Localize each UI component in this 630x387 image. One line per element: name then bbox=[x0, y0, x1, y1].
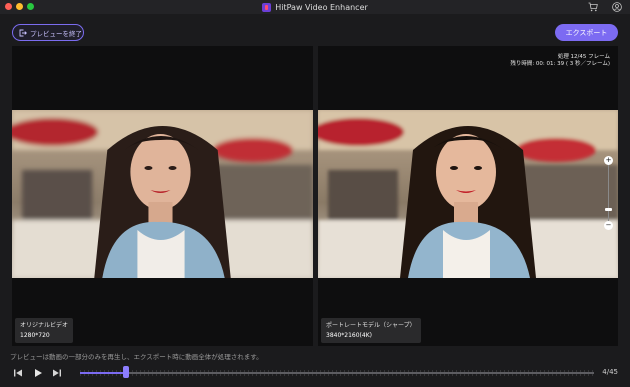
exit-preview-button[interactable]: プレビューを終了 bbox=[12, 24, 84, 41]
zoom-slider[interactable]: + − bbox=[603, 156, 615, 230]
exit-icon bbox=[19, 29, 27, 36]
timeline[interactable] bbox=[80, 372, 594, 374]
zoom-out-button[interactable]: − bbox=[604, 221, 613, 230]
exit-preview-label: プレビューを終了 bbox=[30, 29, 82, 38]
original-video-label: オリジナルビデオ 1280*720 bbox=[15, 318, 74, 343]
user-icon[interactable] bbox=[612, 2, 622, 12]
close-window-button[interactable] bbox=[5, 3, 12, 10]
timeline-progress bbox=[80, 372, 126, 374]
enhanced-video-image bbox=[318, 110, 618, 278]
minimize-window-button[interactable] bbox=[16, 3, 23, 10]
zoom-track[interactable] bbox=[608, 162, 609, 224]
original-video-panel: オリジナルビデオ 1280*720 bbox=[12, 46, 313, 346]
enhanced-video-panel: 処理 12/45 フレーム 残り時間: 00: 01: 39 ( 3 秒／フレー… bbox=[318, 46, 618, 346]
app-title: HitPaw Video Enhancer bbox=[262, 2, 368, 12]
app-logo-icon bbox=[262, 2, 272, 12]
enhanced-video-resolution: 3840*2160(4K) bbox=[326, 332, 372, 339]
enhanced-model-name: ポートレートモデル（シャープ） bbox=[326, 322, 416, 329]
original-video-name: オリジナルビデオ bbox=[20, 322, 69, 329]
zoom-in-button[interactable]: + bbox=[604, 156, 613, 165]
play-button[interactable] bbox=[32, 367, 44, 379]
previous-frame-button[interactable] bbox=[12, 367, 24, 379]
next-frame-icon bbox=[53, 369, 61, 377]
enhanced-video-frame bbox=[318, 110, 618, 278]
remaining-time: 残り時間: 00: 01: 39 ( 3 秒／フレーム) bbox=[510, 61, 610, 67]
cart-icon[interactable] bbox=[588, 2, 598, 12]
processing-info: 処理 12/45 フレーム 残り時間: 00: 01: 39 ( 3 秒／フレー… bbox=[510, 54, 610, 68]
original-video-frame bbox=[12, 110, 313, 278]
original-video-resolution: 1280*720 bbox=[20, 332, 50, 339]
export-button[interactable]: エクスポート bbox=[555, 24, 618, 41]
processing-progress: 処理 12/45 フレーム bbox=[557, 54, 610, 60]
maximize-window-button[interactable] bbox=[27, 3, 34, 10]
play-icon bbox=[35, 369, 42, 377]
title-bar: HitPaw Video Enhancer bbox=[0, 0, 630, 14]
playback-controls: 4/45 bbox=[0, 362, 630, 387]
window-controls bbox=[5, 3, 34, 10]
enhanced-video-label: ポートレートモデル（シャープ） 3840*2160(4K) bbox=[321, 318, 421, 343]
app-title-text: HitPaw Video Enhancer bbox=[275, 2, 368, 12]
original-video-image bbox=[12, 110, 313, 278]
toolbar: プレビューを終了 エクスポート bbox=[0, 14, 630, 46]
zoom-handle[interactable] bbox=[605, 208, 612, 212]
timeline-playhead[interactable] bbox=[122, 366, 129, 378]
next-frame-button[interactable] bbox=[51, 367, 63, 379]
preview-notice: プレビューは動画の一部分のみを再生し、エクスポート時に動画全体が処理されます。 bbox=[10, 353, 263, 361]
frame-counter: 4/45 bbox=[602, 368, 618, 376]
previous-frame-icon bbox=[14, 369, 22, 377]
